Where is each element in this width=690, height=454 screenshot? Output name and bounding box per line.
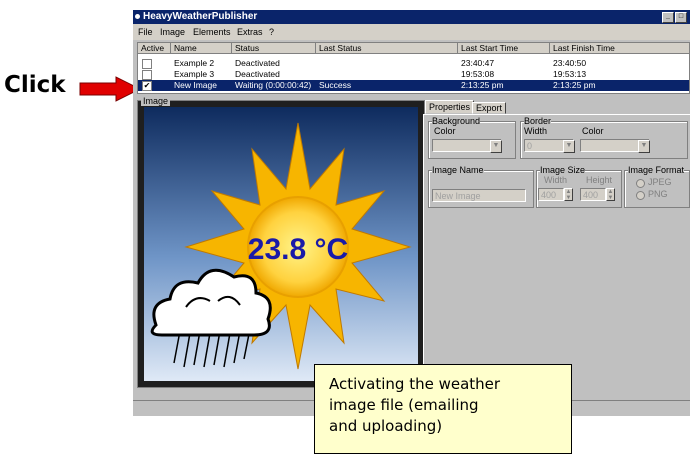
border-group-label: Border <box>524 116 552 126</box>
image-width-label: Width <box>544 175 568 185</box>
row-last-start: 19:53:08 <box>461 69 495 79</box>
row-name: New Image <box>174 80 217 90</box>
app-icon <box>135 14 140 19</box>
column-header-name[interactable]: Name <box>171 43 232 54</box>
image-name-group-label: Image Name <box>432 165 484 175</box>
menu-image[interactable]: Image <box>160 27 185 37</box>
callout-line: image file (emailing <box>329 396 479 414</box>
image-height-field[interactable]: 400 <box>580 188 606 201</box>
column-header-active[interactable]: Active <box>138 43 171 54</box>
background-color-label: Color <box>434 126 456 136</box>
format-jpeg-label: JPEG <box>648 177 672 187</box>
row-name: Example 3 <box>174 69 215 79</box>
tab-properties[interactable]: Properties <box>425 100 475 114</box>
image-width-field[interactable]: 400 <box>538 188 564 201</box>
border-color-label: Color <box>582 126 604 136</box>
format-jpeg-radio[interactable] <box>636 179 645 188</box>
row-last-status: Success <box>319 80 352 90</box>
height-stepper[interactable]: ▲ ▼ <box>606 188 615 201</box>
app-window: HeavyWeatherPublisher _ □ File Image Ele… <box>133 10 690 416</box>
chevron-down-icon[interactable]: ▼ <box>563 140 575 153</box>
border-width-label: Width <box>524 126 548 136</box>
table-row[interactable]: Example 3 Deactivated 19:53:08 19:53:13 <box>138 69 689 80</box>
active-checkbox[interactable] <box>142 70 152 80</box>
row-status: Deactivated <box>235 69 280 79</box>
image-format-group-label: Image Format <box>628 165 685 175</box>
row-last-start: 23:40:47 <box>461 58 495 68</box>
explanation-callout: Activating the weather image file (email… <box>314 364 572 454</box>
row-last-finish: 2:13:25 pm <box>553 80 596 90</box>
weather-image-preview: 23.8 °C <box>138 101 424 387</box>
maximize-button[interactable]: □ <box>675 12 687 23</box>
table-row[interactable]: Example 2 Deactivated 23:40:47 23:40:50 <box>138 58 689 69</box>
image-height-label: Height <box>586 175 613 185</box>
active-checkbox[interactable] <box>142 59 152 69</box>
background-group-label: Background <box>432 116 481 126</box>
menu-elements[interactable]: Elements <box>193 27 231 37</box>
minimize-button[interactable]: _ <box>662 12 674 23</box>
callout-line: and uploading) <box>329 417 443 435</box>
row-name: Example 2 <box>174 58 215 68</box>
click-annotation-label: Click <box>4 72 66 98</box>
column-header-last-finish-time[interactable]: Last Finish Time <box>550 43 689 54</box>
image-name-field[interactable]: New Image <box>432 189 526 202</box>
format-png-radio[interactable] <box>636 191 645 200</box>
temperature-readout: 23.8 °C <box>248 233 348 266</box>
format-png-label: PNG <box>648 189 668 199</box>
column-header-last-status[interactable]: Last Status <box>316 43 458 54</box>
window-title: HeavyWeatherPublisher <box>143 11 258 22</box>
image-size-group-label: Image Size <box>540 165 586 175</box>
row-status: Deactivated <box>235 58 280 68</box>
image-group-label: Image <box>141 96 171 106</box>
menu-help[interactable]: ? <box>269 27 274 37</box>
menu-extras[interactable]: Extras <box>237 27 263 37</box>
tab-export[interactable]: Export <box>472 102 507 114</box>
image-list: Active Name Status Last Status Last Star… <box>137 42 690 94</box>
row-status: Waiting (0:00:00:42) <box>235 80 312 90</box>
callout-line: Activating the weather <box>329 375 501 393</box>
properties-panel: Background Color ▼ Border Width 0 ▼ Colo… <box>423 114 690 391</box>
active-checkbox-checked[interactable]: ✔ <box>142 81 152 91</box>
width-stepper[interactable]: ▲ ▼ <box>564 188 573 201</box>
image-preview-group: 23.8 °C <box>137 100 425 388</box>
row-last-start: 2:13:25 pm <box>461 80 504 90</box>
row-last-finish: 23:40:50 <box>553 58 587 68</box>
column-header-last-start-time[interactable]: Last Start Time <box>458 43 550 54</box>
menu-file[interactable]: File <box>138 27 153 37</box>
chevron-down-icon[interactable]: ▼ <box>490 140 502 153</box>
title-bar: HeavyWeatherPublisher _ □ <box>133 10 690 24</box>
column-header-status[interactable]: Status <box>232 43 316 54</box>
table-row-selected[interactable]: ✔ New Image Waiting (0:00:00:42) Success… <box>138 80 689 91</box>
menu-bar: File Image Elements Extras ? <box>133 24 690 40</box>
chevron-down-icon[interactable]: ▼ <box>638 140 650 153</box>
row-last-finish: 19:53:13 <box>553 69 587 79</box>
